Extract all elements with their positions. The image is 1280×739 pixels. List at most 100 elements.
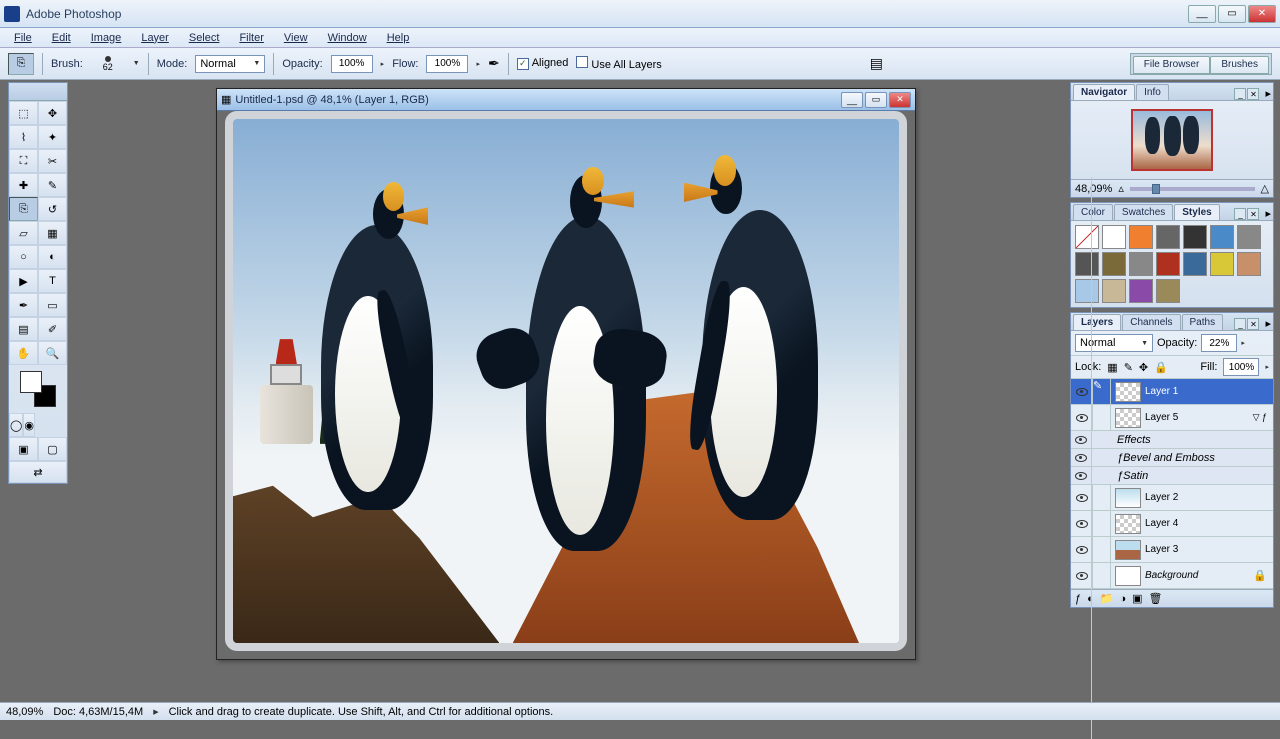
layer-row[interactable]: Layer 2: [1071, 485, 1273, 511]
opacity-arrow[interactable]: ▸: [381, 60, 385, 68]
delete-layer-icon[interactable]: 🗑: [1149, 592, 1163, 605]
menu-view[interactable]: View: [276, 30, 316, 46]
effect-item[interactable]: ƒ Satin: [1071, 467, 1273, 485]
new-layer-icon[interactable]: ▣: [1132, 592, 1142, 605]
standard-mode[interactable]: ◯: [9, 413, 23, 437]
doc-maximize[interactable]: ▭: [865, 92, 887, 108]
style-swatch[interactable]: [1210, 225, 1234, 249]
layer-row[interactable]: Layer 3: [1071, 537, 1273, 563]
brush-picker-arrow[interactable]: ▼: [133, 60, 140, 67]
menu-file[interactable]: File: [6, 30, 40, 46]
panel-close-icon[interactable]: ✕: [1247, 318, 1259, 330]
style-swatch[interactable]: [1183, 225, 1207, 249]
tab-brushes[interactable]: Brushes: [1210, 56, 1269, 74]
stamp-tool[interactable]: ⎘: [9, 197, 38, 221]
lock-paint-icon[interactable]: ✎: [1124, 361, 1133, 374]
palette-well-icon[interactable]: ▤: [870, 55, 883, 72]
layer-row[interactable]: ✎ Layer 1: [1071, 379, 1273, 405]
use-all-layers-checkbox[interactable]: Use All Layers: [576, 56, 661, 71]
visibility-icon[interactable]: [1071, 379, 1092, 589]
eyedropper-tool[interactable]: ✐: [38, 317, 67, 341]
layer-thumb[interactable]: [1115, 488, 1141, 508]
dodge-tool[interactable]: ◐: [38, 245, 67, 269]
foreground-color[interactable]: [20, 371, 42, 393]
menu-filter[interactable]: Filter: [231, 30, 271, 46]
document-titlebar[interactable]: ▦ Untitled-1.psd @ 48,1% (Layer 1, RGB) …: [217, 89, 915, 111]
pen-tool[interactable]: ✒: [9, 293, 38, 317]
brush-preset[interactable]: 62: [91, 56, 125, 72]
hand-tool[interactable]: ✋: [9, 341, 38, 365]
blend-mode-select[interactable]: Normal▼: [195, 55, 265, 73]
panel-close-icon[interactable]: ✕: [1247, 208, 1259, 220]
effect-item[interactable]: ƒ Bevel and Emboss: [1071, 449, 1273, 467]
maximize-button[interactable]: ▭: [1218, 5, 1246, 23]
style-swatch[interactable]: [1102, 279, 1126, 303]
crop-tool[interactable]: ⛶: [9, 149, 38, 173]
style-swatch[interactable]: [1156, 252, 1180, 276]
layer-row[interactable]: Layer 4: [1071, 511, 1273, 537]
wand-tool[interactable]: ✦: [38, 125, 67, 149]
gradient-tool[interactable]: ▦: [38, 221, 67, 245]
type-tool[interactable]: T: [38, 269, 67, 293]
blur-tool[interactable]: ○: [9, 245, 38, 269]
zoom-slider[interactable]: [1130, 187, 1255, 191]
quickmask-mode[interactable]: ◉: [23, 413, 35, 437]
canvas[interactable]: [225, 111, 907, 651]
opacity-input[interactable]: [331, 55, 373, 73]
panel-close-icon[interactable]: ✕: [1247, 88, 1259, 100]
menu-edit[interactable]: Edit: [44, 30, 79, 46]
menu-help[interactable]: Help: [379, 30, 418, 46]
shape-tool[interactable]: ▭: [38, 293, 67, 317]
aligned-checkbox[interactable]: Aligned: [517, 57, 569, 70]
jump-to-imageready[interactable]: ⇄: [9, 461, 67, 483]
tab-paths[interactable]: Paths: [1182, 314, 1224, 330]
airbrush-icon[interactable]: ✒: [488, 55, 500, 72]
tab-styles[interactable]: Styles: [1174, 204, 1219, 220]
lock-transparency-icon[interactable]: ▦: [1107, 361, 1117, 374]
panel-menu-icon[interactable]: ▸: [1265, 317, 1271, 330]
lock-move-icon[interactable]: ✥: [1139, 361, 1148, 374]
style-swatch[interactable]: [1210, 252, 1234, 276]
tab-channels[interactable]: Channels: [1122, 314, 1180, 330]
link-icon[interactable]: ✎: [1093, 379, 1111, 404]
style-swatch[interactable]: [1102, 252, 1126, 276]
layer-thumb[interactable]: [1115, 566, 1141, 586]
style-swatch[interactable]: [1237, 225, 1261, 249]
tab-navigator[interactable]: Navigator: [1073, 84, 1135, 100]
doc-minimize[interactable]: __: [841, 92, 863, 108]
menu-window[interactable]: Window: [320, 30, 375, 46]
style-swatch[interactable]: [1129, 279, 1153, 303]
minimize-button[interactable]: __: [1188, 5, 1216, 23]
slice-tool[interactable]: ✂: [38, 149, 67, 173]
style-swatch[interactable]: [1129, 252, 1153, 276]
style-swatch[interactable]: [1183, 252, 1207, 276]
layer-thumb[interactable]: [1115, 382, 1141, 402]
fill-input[interactable]: [1223, 358, 1259, 376]
brush-tool[interactable]: ✎: [38, 173, 67, 197]
zoom-tool[interactable]: 🔍: [38, 341, 67, 365]
layer-row[interactable]: Background 🔒: [1071, 563, 1273, 589]
effects-row[interactable]: Effects: [1071, 431, 1273, 449]
close-button[interactable]: ✕: [1248, 5, 1276, 23]
zoom-in-icon[interactable]: △: [1261, 182, 1269, 195]
flow-arrow[interactable]: ▸: [476, 60, 480, 68]
panel-min-icon[interactable]: _: [1234, 208, 1246, 220]
layer-row[interactable]: Layer 5 ▽ ƒ: [1071, 405, 1273, 431]
current-tool-icon[interactable]: ⎘: [8, 53, 34, 75]
eraser-tool[interactable]: ▱: [9, 221, 38, 245]
style-swatch[interactable]: [1102, 225, 1126, 249]
toolbox-header[interactable]: [9, 83, 67, 101]
screen-mode-1[interactable]: ▣: [9, 437, 38, 461]
tab-swatches[interactable]: Swatches: [1114, 204, 1173, 220]
healing-tool[interactable]: ✚: [9, 173, 38, 197]
menu-image[interactable]: Image: [83, 30, 130, 46]
status-menu-arrow[interactable]: ▶: [153, 708, 158, 716]
layer-thumb[interactable]: [1115, 540, 1141, 560]
tab-info[interactable]: Info: [1136, 84, 1169, 100]
lock-all-icon[interactable]: 🔒: [1154, 361, 1168, 374]
zoom-out-icon[interactable]: ▵: [1118, 182, 1124, 195]
panel-min-icon[interactable]: _: [1234, 88, 1246, 100]
menu-select[interactable]: Select: [181, 30, 228, 46]
panel-min-icon[interactable]: _: [1234, 318, 1246, 330]
menu-layer[interactable]: Layer: [133, 30, 177, 46]
